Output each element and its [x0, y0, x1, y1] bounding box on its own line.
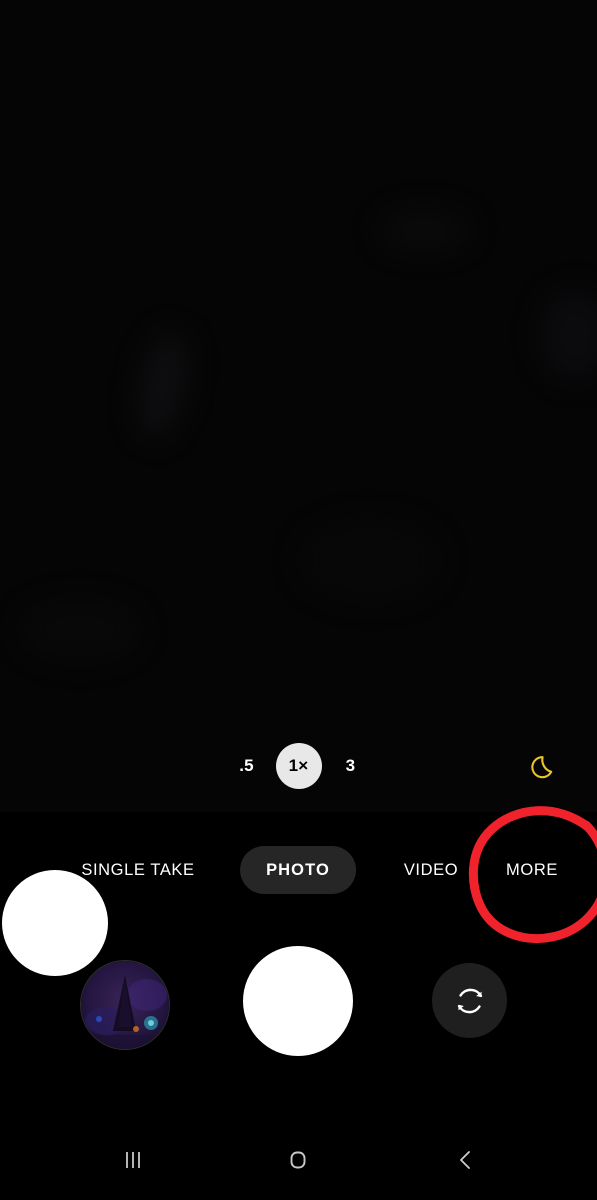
back-chevron-icon[interactable] — [420, 1120, 510, 1200]
night-mode-icon[interactable] — [523, 746, 565, 788]
shutter-button[interactable] — [243, 946, 353, 1056]
recents-icon[interactable] — [88, 1120, 178, 1200]
zoom-option-1x[interactable]: 1× — [275, 743, 322, 789]
gallery-thumbnail-button[interactable] — [80, 960, 170, 1050]
viewfinder-noise — [540, 290, 597, 380]
camera-switch-button[interactable] — [432, 963, 507, 1038]
viewfinder-noise — [20, 600, 140, 660]
mode-single-take[interactable]: SINGLE TAKE — [81, 845, 194, 895]
viewfinder-noise — [129, 326, 197, 444]
mode-photo[interactable]: PHOTO — [240, 846, 356, 894]
zoom-option-0-5x[interactable]: .5 — [222, 740, 272, 792]
viewfinder-noise — [380, 210, 470, 250]
zoom-control-row: .5 1× 3 — [0, 740, 597, 792]
home-icon[interactable] — [253, 1120, 343, 1200]
viewfinder-noise — [300, 520, 440, 600]
zoom-option-3x[interactable]: 3 — [326, 740, 376, 792]
mode-video[interactable]: VIDEO — [404, 845, 458, 895]
camera-app-screen: .5 1× 3 SINGLE TAKE PHOTO VIDEO MORE — [0, 0, 597, 1200]
mode-more[interactable]: MORE — [506, 845, 558, 895]
camera-viewfinder[interactable] — [0, 0, 597, 812]
android-navigation-bar — [0, 1120, 597, 1200]
white-circle-overlay — [2, 870, 108, 976]
